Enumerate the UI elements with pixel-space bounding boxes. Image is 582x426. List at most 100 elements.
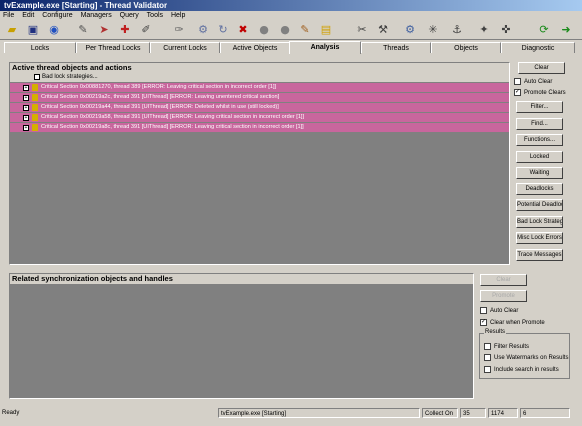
error-row[interactable]: + Critical Section 0x00881270, thread 38… [10,83,509,92]
filter-button[interactable]: Filter... [516,101,563,113]
tree-root[interactable]: Bad lock strategies... [10,73,509,82]
stop-icon[interactable]: ✖ [236,23,250,37]
promote-clears-box[interactable]: ✓ [514,89,521,96]
inject-icon[interactable]: ✚ [118,23,132,37]
locked-button[interactable]: Locked [516,151,563,163]
expand-icon[interactable]: + [23,85,29,91]
error-row-text: Critical Section 0x00219a58, thread 391 … [41,114,305,120]
record-icon[interactable]: ● [278,23,292,37]
filter-results-label: Filter Results [494,344,530,350]
clear-when-promote-checkbox[interactable]: ✓ Clear when Promote [480,319,545,327]
critical-section-icon [32,104,38,111]
menu-tools[interactable]: Tools [144,12,166,19]
related-auto-clear-box[interactable] [480,307,487,314]
filter-results-checkbox[interactable]: Filter Results [484,343,529,351]
status-bar: Ready tvExample.exe [Starting] Collect O… [0,408,582,418]
pause-icon[interactable]: ● [257,23,271,37]
tools-icon[interactable]: ⚒ [376,23,390,37]
include-search-box[interactable] [484,366,491,373]
auto-clear-checkbox[interactable]: Auto Clear [514,78,552,86]
menu-managers[interactable]: Managers [78,12,115,19]
menu-help[interactable]: Help [168,12,188,19]
error-row[interactable]: + Critical Section 0x00219a8c, thread 39… [10,123,509,132]
collapse-box-icon[interactable] [34,74,40,80]
status-count-2: 1174 [488,408,518,418]
include-search-checkbox[interactable]: Include search in results [484,366,559,374]
misc-lock-errors-button[interactable]: Misc Lock Errors [516,232,563,244]
tab-locks[interactable]: Locks [4,42,76,53]
filter-results-box[interactable] [484,343,491,350]
active-panel-title: Active thread objects and actions [10,63,509,73]
expand-icon[interactable]: + [23,95,29,101]
launch-icon[interactable]: ➤ [97,23,111,37]
results-group: Results Filter Results Use Watermarks on… [479,329,570,379]
options-icon[interactable]: ✂ [355,23,369,37]
deadlocks-button[interactable]: Deadlocks [516,183,563,195]
tab-per-thread-locks[interactable]: Per Thread Locks [76,42,150,53]
menu-query[interactable]: Query [117,12,142,19]
notes-icon[interactable]: ▤ [319,23,333,37]
trace-messages-button[interactable]: Trace Messages [516,249,563,261]
tab-objects[interactable]: Objects [431,42,501,53]
help-icon[interactable]: ✜ [499,23,513,37]
clear-button[interactable]: Clear [518,62,565,74]
wait-icon[interactable]: ⚙ [196,23,210,37]
functions-button[interactable]: Functions... [516,134,563,146]
config-icon[interactable]: ⚙ [403,23,417,37]
forward-icon[interactable]: ➜ [559,23,573,37]
flag-icon[interactable]: ✦ [477,23,491,37]
use-watermarks-checkbox[interactable]: Use Watermarks on Results [484,354,568,362]
menu-file[interactable]: File [0,12,17,19]
include-search-label: Include search in results [494,367,559,373]
error-row[interactable]: + Critical Section 0x00219a2c, thread 39… [10,93,509,102]
expand-icon[interactable]: + [23,105,29,111]
expand-icon[interactable]: + [23,115,29,121]
status-ready: Ready [2,410,20,416]
open-folder-icon[interactable]: ▰ [5,23,19,37]
related-auto-clear-label: Auto Clear [490,308,519,314]
tree-root-label: Bad lock strategies... [42,74,98,80]
restart-icon[interactable]: ↻ [216,23,230,37]
link-icon[interactable]: ⚓ [450,23,464,37]
use-watermarks-label: Use Watermarks on Results [494,355,569,361]
waiting-button[interactable]: Waiting [516,167,563,179]
use-watermarks-box[interactable] [484,354,491,361]
critical-section-icon [32,84,38,91]
related-promote-button[interactable]: Promote [480,290,527,302]
wizard-icon[interactable]: ✎ [76,23,90,37]
critical-section-icon [32,124,38,131]
menu-bar: File Edit Configure Managers Query Tools… [0,11,582,20]
potential-deadlocks-button[interactable]: Potential Deadlocks [516,199,563,211]
tab-threads[interactable]: Threads [361,42,431,53]
clear-when-promote-box[interactable]: ✓ [480,319,487,326]
refresh-icon[interactable]: ⟳ [537,23,551,37]
tab-diagnostic[interactable]: Diagnostic [501,42,575,53]
attach-icon[interactable]: ✑ [172,23,186,37]
needle-icon[interactable]: ✐ [139,23,153,37]
error-row[interactable]: + Critical Section 0x00219a44, thread 39… [10,103,509,112]
error-row-text: Critical Section 0x00219a8c, thread 391 … [41,124,304,130]
settings-icon[interactable]: ◉ [47,23,61,37]
bad-lock-strategy-button[interactable]: Bad Lock Strategy [516,216,563,228]
expand-icon[interactable]: + [23,125,29,131]
related-clear-button[interactable]: Clear [480,274,527,286]
save-icon[interactable]: ▣ [26,23,40,37]
error-row[interactable]: + Critical Section 0x00219a58, thread 39… [10,113,509,122]
pen-icon[interactable]: ✎ [298,23,312,37]
find-button[interactable]: Find... [516,118,563,130]
tab-active-objects[interactable]: Active Objects [220,42,290,53]
status-collect: Collect On [422,408,458,418]
related-auto-clear-checkbox[interactable]: Auto Clear [480,307,518,315]
window-title: tvExample.exe [Starting] - Thread Valida… [4,1,168,10]
tab-current-locks[interactable]: Current Locks [150,42,220,53]
error-row-text: Critical Section 0x00219a44, thread 391 … [41,104,279,110]
results-group-label: Results [484,329,507,335]
related-objects-panel: Related synchronization objects and hand… [9,273,474,399]
menu-configure[interactable]: Configure [39,12,75,19]
graph-icon[interactable]: ✳ [426,23,440,37]
critical-section-icon [32,114,38,121]
promote-clears-checkbox[interactable]: ✓ Promote Clears [514,89,566,97]
menu-edit[interactable]: Edit [19,12,37,19]
auto-clear-box[interactable] [514,78,521,85]
tab-analysis[interactable]: Analysis [289,41,361,54]
